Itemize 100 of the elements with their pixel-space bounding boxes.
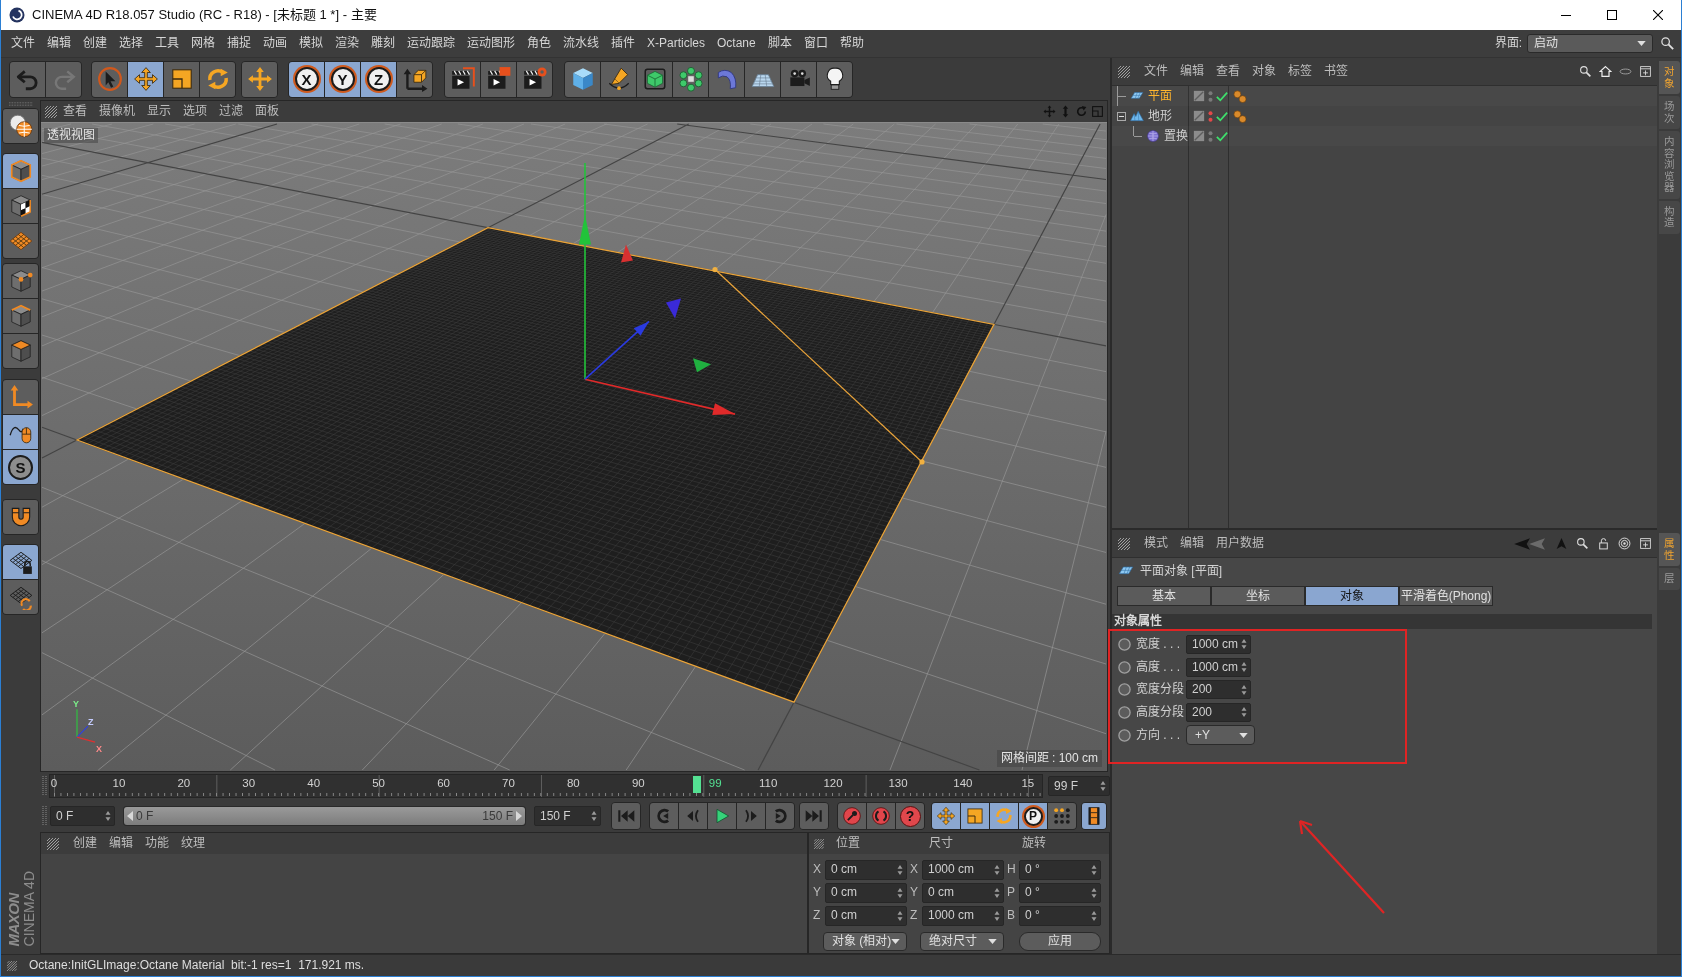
layer-swatch-icon[interactable] [1193,110,1205,122]
home-icon[interactable] [1599,65,1612,78]
tab[interactable]: 平滑着色(Phong) [1399,586,1493,606]
menu-item[interactable]: 运动跟踪 [401,36,461,51]
workplane-cycle-button[interactable] [3,580,38,614]
end-frame-field[interactable]: 150 F [534,806,601,826]
menu-item[interactable]: 渲染 [329,36,365,51]
object-name[interactable]: 置换 [1164,128,1188,144]
polygons-mode-button[interactable] [3,334,38,368]
keyframe-circle-icon[interactable] [1118,705,1131,719]
3d-viewport[interactable]: Y Z X 透视视图 网格间距 : 100 cm [41,122,1107,771]
next-key-button[interactable] [766,803,794,829]
check-icon[interactable] [1216,130,1228,142]
current-frame-field[interactable]: 99 F [1048,776,1110,796]
coordinate-field[interactable]: 1000 cm [922,859,1004,880]
go-to-end-button[interactable] [800,803,828,829]
mode-dropdown[interactable]: 对象 (相对) [823,932,907,951]
keyframe-circle-icon[interactable] [1118,660,1131,674]
plane-mesh[interactable] [75,227,995,703]
menu-item[interactable]: 网格 [185,36,221,51]
point-level-button[interactable] [1048,803,1076,829]
menu-item[interactable]: 选项 [177,104,213,119]
playhead-marker[interactable] [692,776,701,793]
coordinate-field[interactable]: 0 cm [825,859,907,880]
number-field[interactable]: 1000 cm [1186,634,1251,654]
menu-item[interactable]: 摄像机 [93,104,141,119]
scale-key-button[interactable] [961,803,989,829]
deformer-button[interactable] [709,61,744,97]
menu-item[interactable]: 查看 [57,104,93,119]
menu-item[interactable]: 书签 [1318,64,1354,79]
layout-dropdown[interactable]: 启动 [1527,34,1653,53]
record-key-button[interactable] [838,803,866,829]
render-picture-button[interactable] [481,61,516,97]
menu-item[interactable]: 脚本 [761,36,798,51]
autokey-button[interactable] [867,803,895,829]
texture-mode-button[interactable] [3,189,38,223]
menu-item[interactable]: 角色 [521,36,557,51]
menu-item[interactable]: 编辑 [1174,64,1210,79]
menu-item[interactable]: 纹理 [175,836,211,851]
transform-tool-button[interactable] [242,61,277,97]
play-button[interactable] [708,803,736,829]
z-axis-button[interactable]: Z [361,61,396,97]
menu-item[interactable]: 创建 [77,36,113,51]
layer-swatch-icon[interactable] [1193,130,1205,142]
visibility-dots-icon[interactable] [1208,109,1213,123]
menu-item[interactable]: 帮助 [833,36,870,51]
subdivision-button[interactable] [637,61,672,97]
target-icon[interactable] [1618,537,1631,550]
menu-item[interactable]: 选择 [113,36,149,51]
edges-mode-button[interactable] [3,299,38,333]
floor-button[interactable] [745,61,780,97]
number-field[interactable]: 200 [1186,680,1251,700]
menu-item[interactable]: 标签 [1282,64,1318,79]
layer-swatch-icon[interactable] [1193,90,1205,102]
menu-item[interactable]: 面板 [249,104,285,119]
check-icon[interactable] [1216,90,1228,102]
eye-icon[interactable] [1619,65,1632,78]
menu-item[interactable]: 窗口 [797,36,834,51]
mode-dropdown[interactable]: 绝对尺寸 [920,932,1004,951]
side-tab[interactable]: 属性 [1658,533,1680,567]
coordinate-field[interactable]: 0 cm [922,882,1004,903]
tab[interactable]: 坐标 [1211,586,1305,606]
visibility-dots-icon[interactable] [1208,129,1213,143]
timeline-ruler[interactable]: 0 10 20 30 40 50 60 70 80 90 99 110 120 130 140 15 [49,774,1043,798]
workplane-lock-button[interactable] [3,545,38,579]
cube-button[interactable] [565,61,600,97]
tab[interactable]: 基本 [1117,586,1211,606]
light-button[interactable] [817,61,852,97]
coordinate-field[interactable]: 0 ° [1019,905,1101,926]
search-icon[interactable] [1576,537,1589,550]
tweak-mode-button[interactable] [3,415,38,449]
model-mode-button[interactable] [3,109,38,143]
snap-button[interactable] [3,500,38,534]
axis-mode-button[interactable] [3,380,38,414]
direction-dropdown[interactable]: +Y [1186,725,1255,746]
start-frame-field[interactable]: 0 F [50,806,115,826]
menu-item[interactable]: 过滤 [213,104,249,119]
menu-item[interactable]: 文件 [1138,64,1174,79]
previous-frame-button[interactable] [679,803,707,829]
menu-item[interactable]: 编辑 [41,36,77,51]
object-mode-button[interactable] [3,154,38,188]
visibility-dots-icon[interactable] [1208,89,1213,103]
menu-item[interactable]: 雕刻 [365,36,401,51]
menu-item[interactable]: 模拟 [293,36,329,51]
coordinate-field[interactable]: 0 cm [825,882,907,903]
x-axis-button[interactable]: X [289,61,324,97]
collapse-toggle-icon[interactable] [1117,111,1126,121]
position-key-button[interactable] [932,803,960,829]
search-icon[interactable] [1579,65,1592,78]
previous-key-button[interactable] [650,803,678,829]
number-field[interactable]: 200 [1186,702,1251,722]
keyframe-circle-icon[interactable] [1118,728,1131,742]
menu-item[interactable]: 文件 [5,36,41,51]
left-arrow-icon[interactable] [127,811,133,821]
solo-button[interactable]: S [3,450,38,484]
menu-item[interactable]: 用户数据 [1210,536,1270,551]
keyframe-circle-icon[interactable] [1118,683,1131,697]
range-slider[interactable]: 0 F 150 F [124,807,525,825]
coordinate-system-button[interactable] [397,61,432,97]
cloner-button[interactable] [673,61,708,97]
